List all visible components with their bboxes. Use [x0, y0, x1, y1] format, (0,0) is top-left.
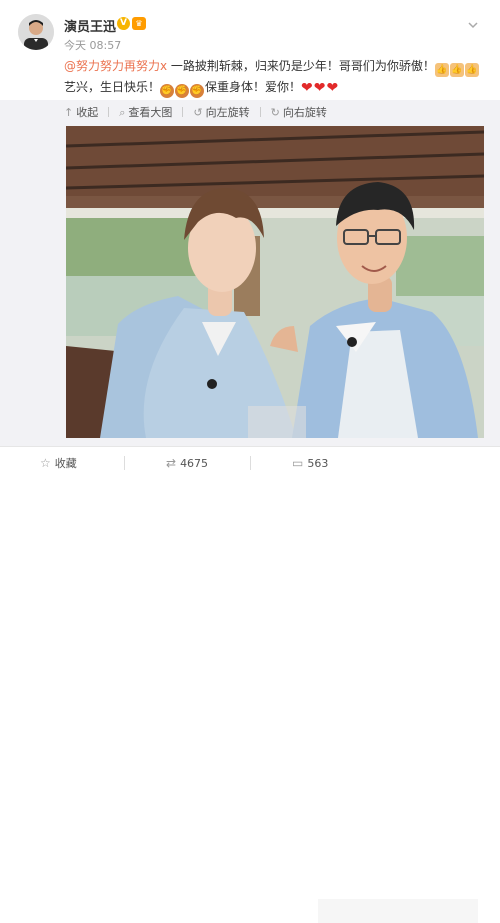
action-bar: ☆ 收藏 ⇄ 4675 ▭ 563: [0, 446, 500, 923]
rotate-right-icon: ↻: [270, 106, 280, 119]
post-text-part1: 一路披荆斩棘，归来仍是少年！哥哥们为你骄傲！: [167, 59, 435, 73]
avatar[interactable]: [18, 14, 54, 50]
action-divider: [124, 456, 125, 470]
image-toolbar: ↑ 收起 ⌕ 查看大图 ↺ 向左旋转 ↻ 向右旋转: [64, 104, 337, 120]
thumbs-up-icon: 👍: [449, 63, 464, 77]
favorite-button[interactable]: ☆ 收藏: [40, 447, 77, 479]
post-header: 演员王迅 V ♛ 今天 08:57 @努力努力再努力x 一路披荆斩棘，归来仍是少…: [0, 0, 500, 100]
heart-icon: ❤: [301, 80, 313, 96]
collapse-label: 收起: [76, 106, 99, 119]
comment-button[interactable]: ▭ 563: [292, 447, 328, 479]
post-text: @努力努力再努力x 一路披荆斩棘，归来仍是少年！哥哥们为你骄傲！👍 👍 👍艺兴，生日…: [64, 56, 484, 98]
toolbar-divider: [108, 107, 110, 117]
rotate-left-button[interactable]: ↺ 向左旋转: [193, 104, 249, 120]
comment-count: 563: [307, 457, 329, 470]
mention-link[interactable]: @努力努力再努力x: [64, 59, 167, 73]
star-icon: ☆: [40, 456, 51, 470]
post-text-part2: 艺兴，生日快乐！: [64, 80, 161, 94]
view-large-button[interactable]: ⌕ 查看大图: [119, 104, 172, 120]
author-name[interactable]: 演员王迅: [64, 16, 116, 35]
post-time[interactable]: 今天 08:57: [64, 37, 121, 53]
rotate-right-button[interactable]: ↻ 向右旋转: [271, 104, 327, 120]
fist-icon: ✊: [190, 84, 205, 98]
favorite-label: 收藏: [54, 457, 77, 470]
fist-icon: ✊: [160, 84, 175, 98]
comment-icon: ▭: [292, 456, 304, 470]
thumbs-up-icon: 👍: [434, 63, 449, 77]
magnifier-icon: ⌕: [119, 106, 126, 119]
collapse-button[interactable]: ↑ 收起: [64, 104, 98, 120]
verified-badge: V: [117, 17, 130, 30]
view-large-label: 查看大图: [128, 106, 173, 119]
thumbs-up-icon: 👍: [464, 63, 479, 77]
rotate-right-label: 向右旋转: [282, 106, 327, 119]
repost-icon: ⇄: [166, 456, 177, 470]
collapse-icon: ↑: [64, 106, 74, 119]
heart-icon: ❤: [313, 80, 326, 96]
repost-button[interactable]: ⇄ 4675: [166, 447, 208, 479]
member-crown-icon: ♛: [132, 17, 146, 30]
post-photo[interactable]: [66, 126, 484, 438]
rotate-left-icon: ↺: [193, 106, 203, 119]
repost-count: 4675: [180, 457, 209, 470]
toolbar-divider: [182, 107, 184, 117]
fist-icon: ✊: [175, 84, 190, 98]
rotate-left-label: 向左旋转: [205, 106, 250, 119]
toolbar-divider: [259, 107, 261, 117]
chevron-down-icon[interactable]: [466, 18, 480, 32]
watermark-overlay: [318, 899, 478, 923]
action-divider: [250, 456, 251, 470]
heart-icon: ❤: [326, 80, 339, 96]
post-text-part3: 保重身体！爱你！: [205, 80, 302, 94]
